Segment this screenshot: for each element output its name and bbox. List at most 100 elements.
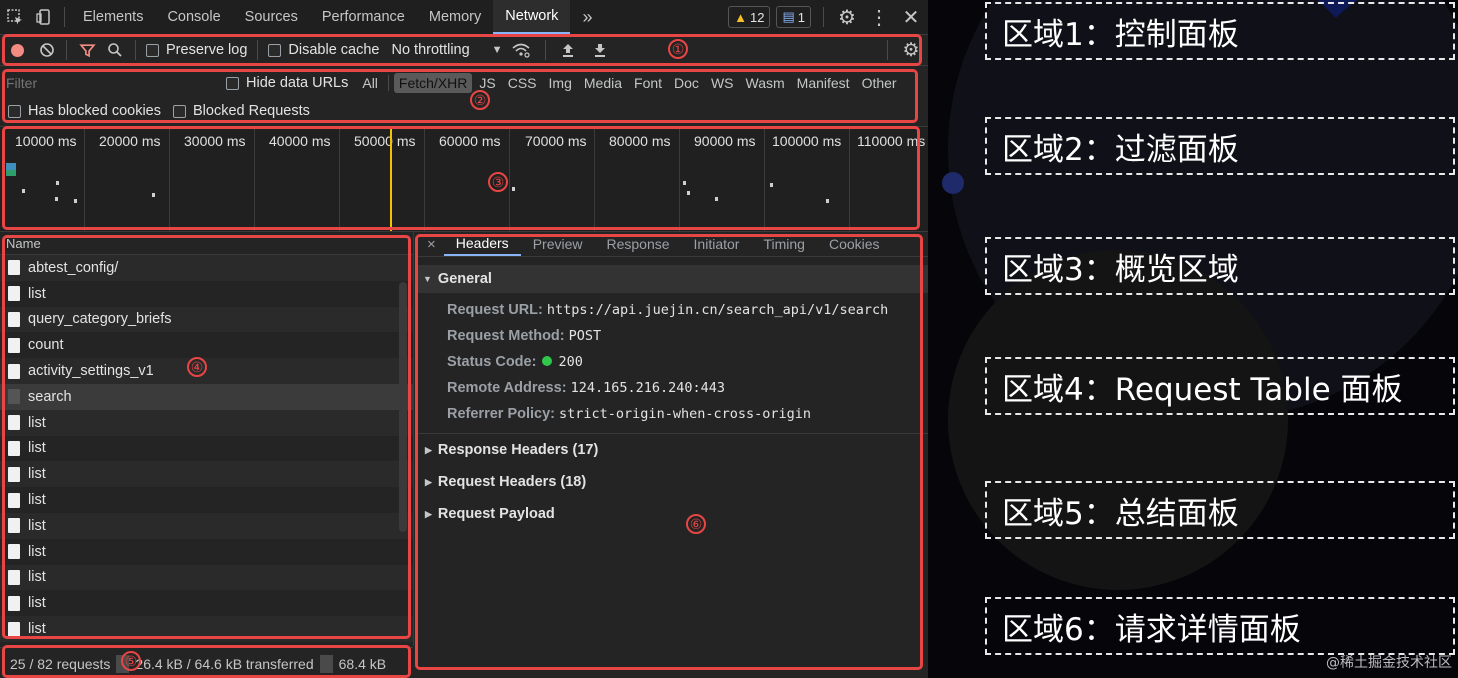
general-section-toggle[interactable]: ▼ General — [415, 265, 928, 293]
legend-area-2: 区域2：过滤面板 — [985, 117, 1455, 175]
record-button[interactable] — [0, 35, 34, 65]
throttling-select[interactable]: No throttling ▼ — [391, 42, 502, 58]
table-row[interactable]: list — [0, 461, 413, 488]
close-devtools-icon[interactable]: ✕ — [894, 0, 928, 34]
filter-type-css[interactable]: CSS — [503, 73, 542, 93]
import-har-upload-icon[interactable] — [552, 35, 584, 65]
timeline-tick-label: 40000 ms — [269, 133, 331, 149]
table-row[interactable]: count — [0, 332, 413, 358]
messages-badge[interactable]: ▤ 1 — [776, 6, 811, 28]
table-row[interactable]: query_category_briefs — [0, 306, 413, 333]
tab-preview[interactable]: Preview — [521, 232, 595, 256]
more-tabs-button[interactable]: » — [570, 0, 604, 34]
warnings-count: 12 — [750, 9, 765, 25]
request-payload-toggle[interactable]: ▶ Request Payload — [415, 498, 928, 530]
overview-timeline[interactable]: 10000 ms 20000 ms 30000 ms 40000 ms 5000… — [0, 127, 928, 232]
response-headers-toggle[interactable]: ▶ Response Headers (17) — [415, 434, 928, 466]
search-button[interactable] — [101, 35, 129, 65]
request-headers-toggle[interactable]: ▶ Request Headers (18) — [415, 466, 928, 498]
has-blocked-cookies-label: Has blocked cookies — [28, 103, 161, 119]
close-details-icon[interactable]: × — [415, 236, 444, 253]
blocked-requests-label: Blocked Requests — [193, 103, 310, 119]
request-method-key: Request Method: — [447, 328, 565, 344]
timeline-tick-label: 80000 ms — [609, 133, 671, 149]
tab-memory[interactable]: Memory — [417, 0, 493, 34]
network-settings-gear-icon[interactable]: ⚙ — [894, 35, 928, 65]
table-row[interactable]: list — [0, 539, 413, 565]
divider — [823, 7, 824, 27]
table-row[interactable]: list — [0, 616, 413, 642]
request-name: list — [28, 466, 46, 483]
tab-console[interactable]: Console — [155, 0, 232, 34]
referrer-policy-row: Referrer Policy: strict-origin-when-cros… — [415, 401, 928, 427]
settings-gear-icon[interactable]: ⚙ — [830, 0, 864, 34]
file-icon — [8, 363, 20, 379]
request-name: list — [28, 621, 46, 638]
table-row[interactable]: list — [0, 281, 413, 307]
filter-type-all[interactable]: All — [357, 73, 383, 93]
table-row[interactable]: activity_settings_v1 — [0, 358, 413, 384]
request-name: list — [28, 492, 46, 509]
network-conditions-wifi-icon[interactable] — [503, 35, 539, 65]
filter-type-fetch-xhr[interactable]: Fetch/XHR — [393, 73, 473, 93]
filter-funnel-icon — [78, 43, 96, 57]
table-row[interactable]: list — [0, 409, 413, 436]
tab-performance[interactable]: Performance — [310, 0, 417, 34]
tab-cookies[interactable]: Cookies — [817, 232, 892, 256]
device-toolbar-icon[interactable] — [30, 0, 58, 34]
export-har-download-icon[interactable] — [584, 35, 616, 65]
filter-toggle-button[interactable] — [73, 35, 101, 65]
inspect-element-icon[interactable] — [0, 0, 30, 34]
remote-address-value: 124.165.216.240:443 — [570, 380, 725, 396]
remote-address-key: Remote Address: — [447, 380, 567, 396]
tab-timing[interactable]: Timing — [751, 232, 817, 256]
disable-cache-checkbox[interactable] — [268, 43, 282, 57]
timeline-tick-label: 60000 ms — [439, 133, 501, 149]
blocked-requests-checkbox[interactable] — [173, 104, 186, 118]
request-name: query_category_briefs — [28, 311, 172, 328]
timeline-tick-label: 70000 ms — [525, 133, 587, 149]
file-icon — [8, 492, 20, 508]
has-blocked-cookies-checkbox[interactable] — [8, 104, 21, 118]
filter-type-manifest[interactable]: Manifest — [792, 73, 855, 93]
request-list: abtest_config/ list query_category_brief… — [0, 255, 413, 642]
table-row[interactable]: list — [0, 487, 413, 513]
filter-type-font[interactable]: Font — [629, 73, 667, 93]
request-payload-title: Request Payload — [437, 506, 555, 522]
column-header-name[interactable]: Name — [0, 232, 413, 255]
warnings-badge[interactable]: ▲ 12 — [728, 6, 771, 28]
hide-data-urls-checkbox[interactable] — [226, 76, 239, 90]
tab-sources[interactable]: Sources — [233, 0, 310, 34]
timeline-tick-label: 110000 ms — [857, 133, 926, 149]
table-row[interactable]: list — [0, 564, 413, 591]
tab-network[interactable]: Network — [493, 0, 571, 34]
tab-headers[interactable]: Headers — [443, 232, 521, 256]
filter-type-img[interactable]: Img — [544, 73, 577, 93]
request-url-row: Request URL: https://api.juejin.cn/searc… — [415, 297, 928, 323]
request-table-scrollbar[interactable] — [399, 282, 407, 532]
table-row-selected[interactable]: search — [0, 383, 413, 410]
table-row[interactable]: list — [0, 436, 413, 462]
request-headers-title: Request Headers (18) — [437, 474, 587, 490]
table-row[interactable]: abtest_config/ — [0, 255, 413, 281]
tab-elements[interactable]: Elements — [71, 0, 155, 34]
filter-type-other[interactable]: Other — [857, 73, 902, 93]
table-row[interactable]: list — [0, 512, 413, 539]
divider — [64, 7, 65, 27]
filter-type-wasm[interactable]: Wasm — [741, 73, 790, 93]
filter-type-media[interactable]: Media — [579, 73, 627, 93]
tab-initiator[interactable]: Initiator — [682, 232, 752, 256]
preserve-log-checkbox[interactable] — [146, 43, 159, 57]
timeline-tick-label: 20000 ms — [99, 133, 161, 149]
divider — [257, 40, 259, 60]
request-table: Name abtest_config/ list query_category_… — [0, 232, 414, 646]
clear-button[interactable] — [34, 35, 60, 65]
filter-input[interactable] — [4, 71, 208, 95]
filter-type-doc[interactable]: Doc — [669, 73, 704, 93]
table-row[interactable]: list — [0, 590, 413, 616]
dropdown-arrow-icon: ▼ — [491, 44, 503, 56]
divider — [887, 40, 888, 60]
more-options-icon[interactable]: ⋮ — [864, 0, 894, 34]
tab-response[interactable]: Response — [594, 232, 681, 256]
filter-type-ws[interactable]: WS — [706, 73, 739, 93]
